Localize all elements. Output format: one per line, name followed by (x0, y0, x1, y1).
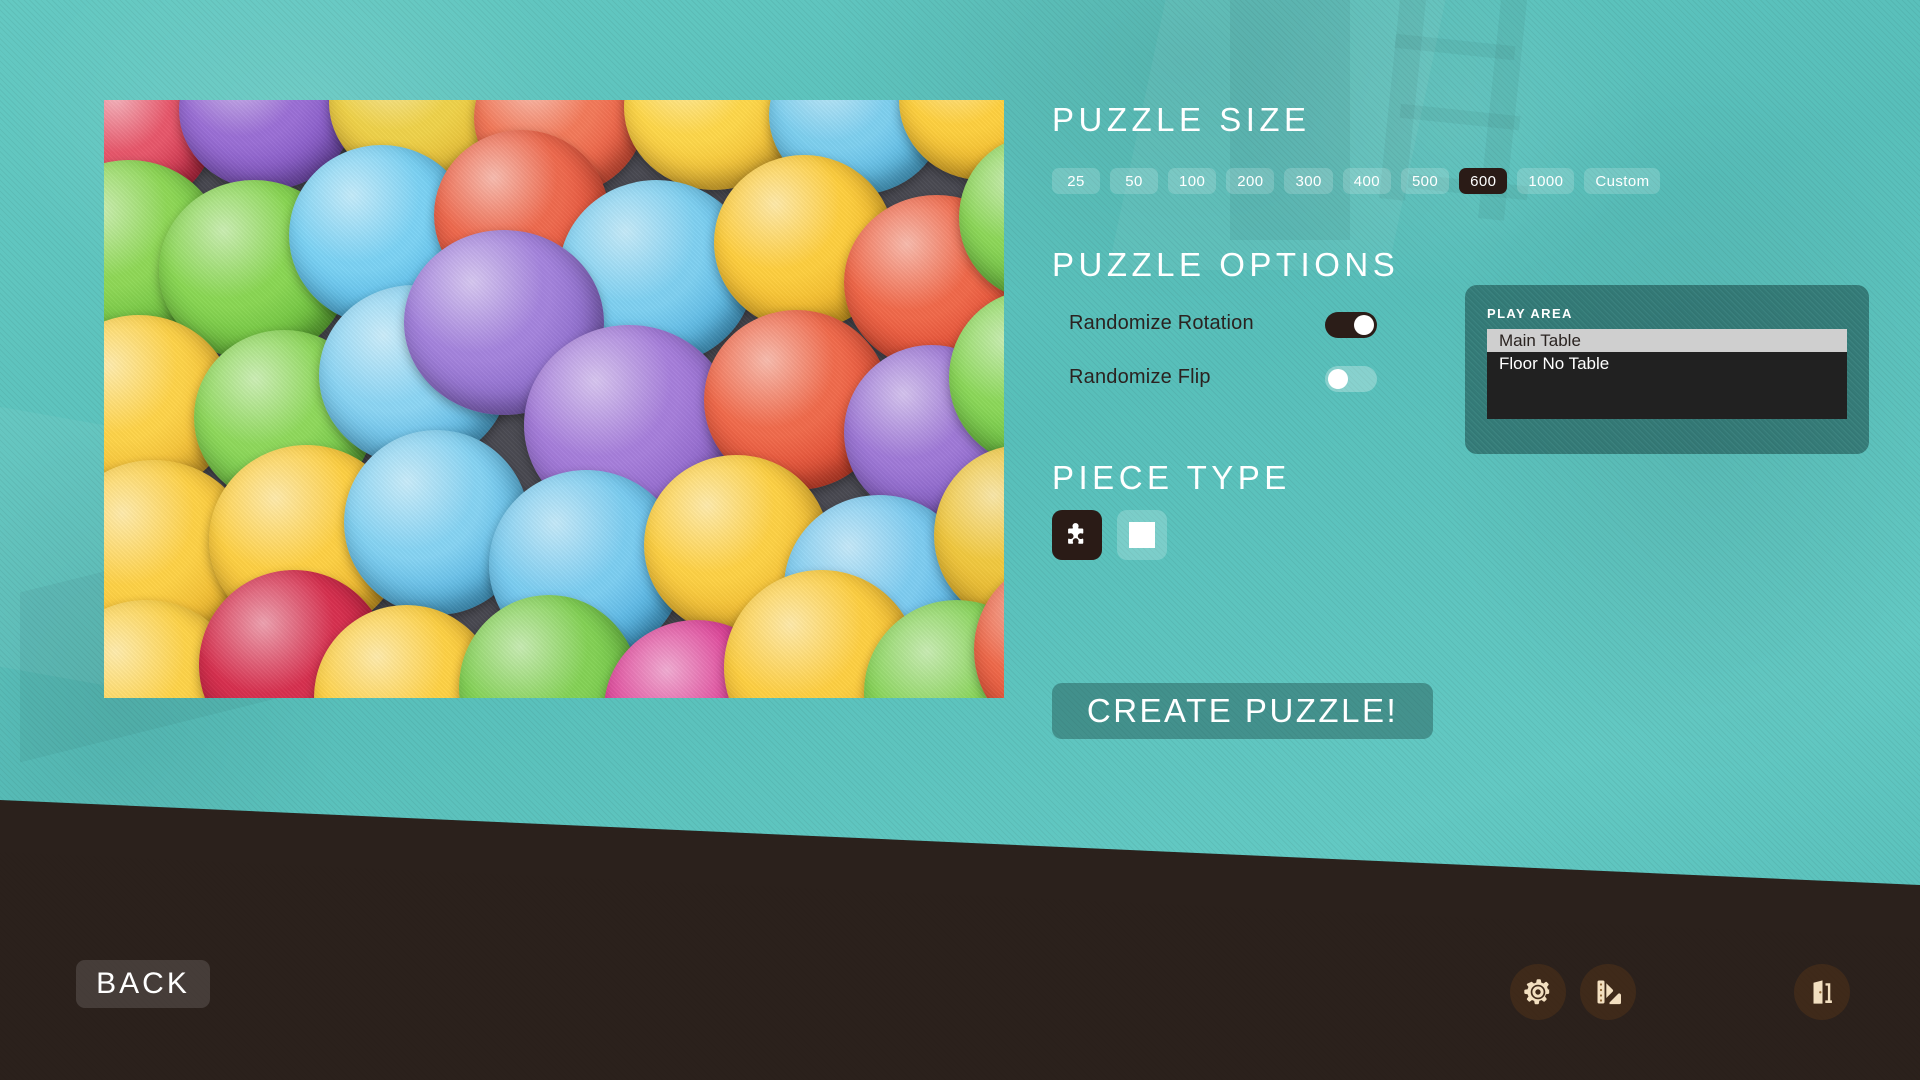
gear-icon (1524, 979, 1551, 1005)
toggle-knob (1354, 315, 1374, 335)
create-puzzle-button[interactable]: CREATE PUZZLE! (1052, 683, 1433, 739)
puzzle-size-heading: PUZZLE SIZE (1052, 101, 1311, 138)
preview-grain-overlay (104, 100, 1004, 698)
piece-type-heading: PIECE TYPE (1052, 459, 1291, 496)
puzzle-size-options: 25 50 100 200 300 400 500 600 1000 Custom (1052, 168, 1661, 194)
square-piece-icon (1129, 522, 1155, 548)
create-puzzle-label: CREATE PUZZLE! (1086, 692, 1399, 729)
piece-type-options (1052, 510, 1167, 560)
play-area-item[interactable]: Main Table (1487, 329, 1847, 352)
toggle-knob (1328, 369, 1348, 389)
exit-door-icon (1813, 980, 1832, 1004)
puzzle-size-option-400[interactable]: 400 (1342, 168, 1391, 194)
play-area-item[interactable]: Floor No Table (1487, 352, 1847, 375)
puzzle-size-option-1000[interactable]: 1000 (1517, 168, 1575, 194)
puzzle-size-option-25[interactable]: 25 (1052, 168, 1100, 194)
back-button-label: BACK (96, 967, 190, 1000)
puzzle-size-option-300[interactable]: 300 (1284, 168, 1333, 194)
play-area-panel: PLAY AREA Main Table Floor No Table (1465, 285, 1869, 454)
play-area-heading: PLAY AREA (1487, 306, 1573, 321)
jigsaw-piece-icon (1068, 523, 1084, 544)
piece-type-jigsaw-button[interactable] (1052, 510, 1102, 560)
piece-type-square-button[interactable] (1117, 510, 1167, 560)
puzzle-size-option-custom[interactable]: Custom (1584, 168, 1661, 194)
randomize-rotation-toggle[interactable] (1325, 312, 1377, 338)
exit-button[interactable] (1794, 964, 1850, 1020)
puzzle-options-heading: PUZZLE OPTIONS (1052, 246, 1400, 283)
color-palette-icon (1597, 980, 1621, 1005)
puzzle-size-option-50[interactable]: 50 (1110, 168, 1158, 194)
theme-palette-button[interactable] (1580, 964, 1636, 1020)
back-button[interactable]: BACK (76, 960, 210, 1008)
puzzle-size-option-600[interactable]: 600 (1459, 168, 1508, 194)
puzzle-size-option-200[interactable]: 200 (1226, 168, 1275, 194)
play-area-list[interactable]: Main Table Floor No Table (1487, 329, 1847, 419)
puzzle-size-option-100[interactable]: 100 (1168, 168, 1217, 194)
settings-button[interactable] (1510, 964, 1566, 1020)
puzzle-size-option-500[interactable]: 500 (1400, 168, 1450, 194)
randomize-flip-label: Randomize Flip (1069, 366, 1211, 388)
randomize-rotation-label: Randomize Rotation (1069, 312, 1254, 334)
puzzle-image-preview[interactable] (104, 100, 1004, 698)
randomize-flip-toggle[interactable] (1325, 366, 1377, 392)
